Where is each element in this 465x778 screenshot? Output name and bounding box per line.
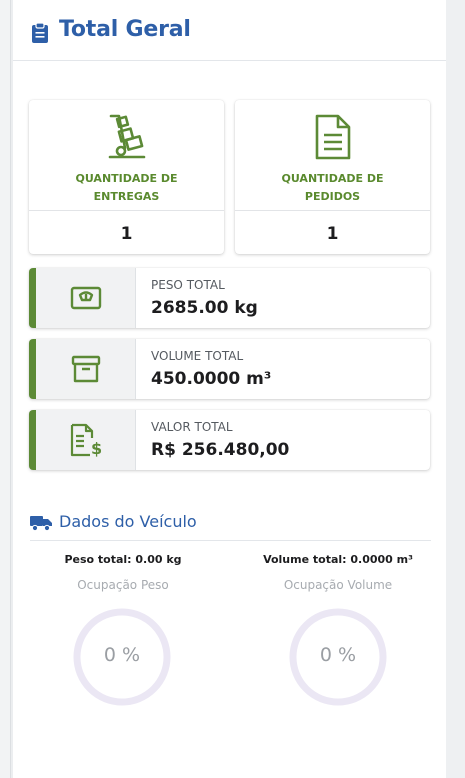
card-divider xyxy=(235,210,430,211)
icon-box xyxy=(36,339,136,399)
orders-label-text: QUANTIDADE DE PEDIDOS xyxy=(281,172,384,203)
hand-truck-icon xyxy=(108,114,145,159)
vehicle-weight-total: Peso total: 0.00 kg xyxy=(64,553,182,566)
icon-box xyxy=(36,268,136,328)
occupancy-volume-value: 0 % xyxy=(319,644,357,666)
orders-value: 1 xyxy=(326,224,339,244)
left-edge xyxy=(0,0,11,778)
deliveries-label: QUANTIDADE DE ENTREGAS xyxy=(29,170,224,206)
vehicle-section-title: Dados do Veículo xyxy=(59,512,197,531)
accent-bar xyxy=(29,410,36,470)
value-total-card: $ VALOR TOTAL R$ 256.480,00 xyxy=(29,410,430,470)
occupancy-weight-gauge: 0 % xyxy=(72,607,172,707)
clipboard-icon xyxy=(32,22,48,43)
weight-total-card: PESO TOTAL 2685.00 kg xyxy=(29,268,430,328)
accent-bar xyxy=(29,268,36,328)
occupancy-volume-gauge: 0 % xyxy=(288,607,388,707)
volume-total-card: VOLUME TOTAL 450.0000 m³ xyxy=(29,339,430,399)
value-total-label: VALOR TOTAL xyxy=(151,420,233,434)
panel-header: Total Geral xyxy=(13,0,446,61)
accent-bar xyxy=(29,339,36,399)
weight-total-value: 2685.00 kg xyxy=(151,298,258,318)
orders-count-card: QUANTIDADE DE PEDIDOS 1 xyxy=(235,100,430,254)
volume-total-value: 450.0000 m³ xyxy=(151,369,272,389)
card-divider xyxy=(29,210,224,211)
deliveries-count-card: QUANTIDADE DE ENTREGAS 1 xyxy=(29,100,224,254)
scroll-gutter xyxy=(446,0,465,778)
icon-box: $ xyxy=(36,410,136,470)
box-icon xyxy=(71,355,100,383)
svg-text:$: $ xyxy=(91,439,102,457)
volume-total-label: VOLUME TOTAL xyxy=(151,349,244,363)
page-title: Total Geral xyxy=(59,17,191,42)
vehicle-volume-total: Volume total: 0.0000 m³ xyxy=(263,553,413,566)
truck-icon xyxy=(30,516,52,531)
orders-label: QUANTIDADE DE PEDIDOS xyxy=(235,170,430,206)
occupancy-weight-value: 0 % xyxy=(103,644,141,666)
deliveries-label-text: QUANTIDADE DE ENTREGAS xyxy=(75,172,178,203)
deliveries-value: 1 xyxy=(120,224,133,244)
document-icon xyxy=(315,114,350,160)
scale-icon xyxy=(70,286,101,310)
value-total-value: R$ 256.480,00 xyxy=(151,440,290,460)
occupancy-weight-label: Ocupação Peso xyxy=(77,578,169,592)
occupancy-volume-label: Ocupação Volume xyxy=(283,578,393,592)
total-geral-panel: Total Geral QUANTIDADE DE ENTREGAS 1 QUA… xyxy=(13,0,446,778)
invoice-dollar-icon: $ xyxy=(70,423,102,457)
weight-total-label: PESO TOTAL xyxy=(151,278,225,292)
vehicle-section-header: Dados do Veículo xyxy=(30,512,431,541)
